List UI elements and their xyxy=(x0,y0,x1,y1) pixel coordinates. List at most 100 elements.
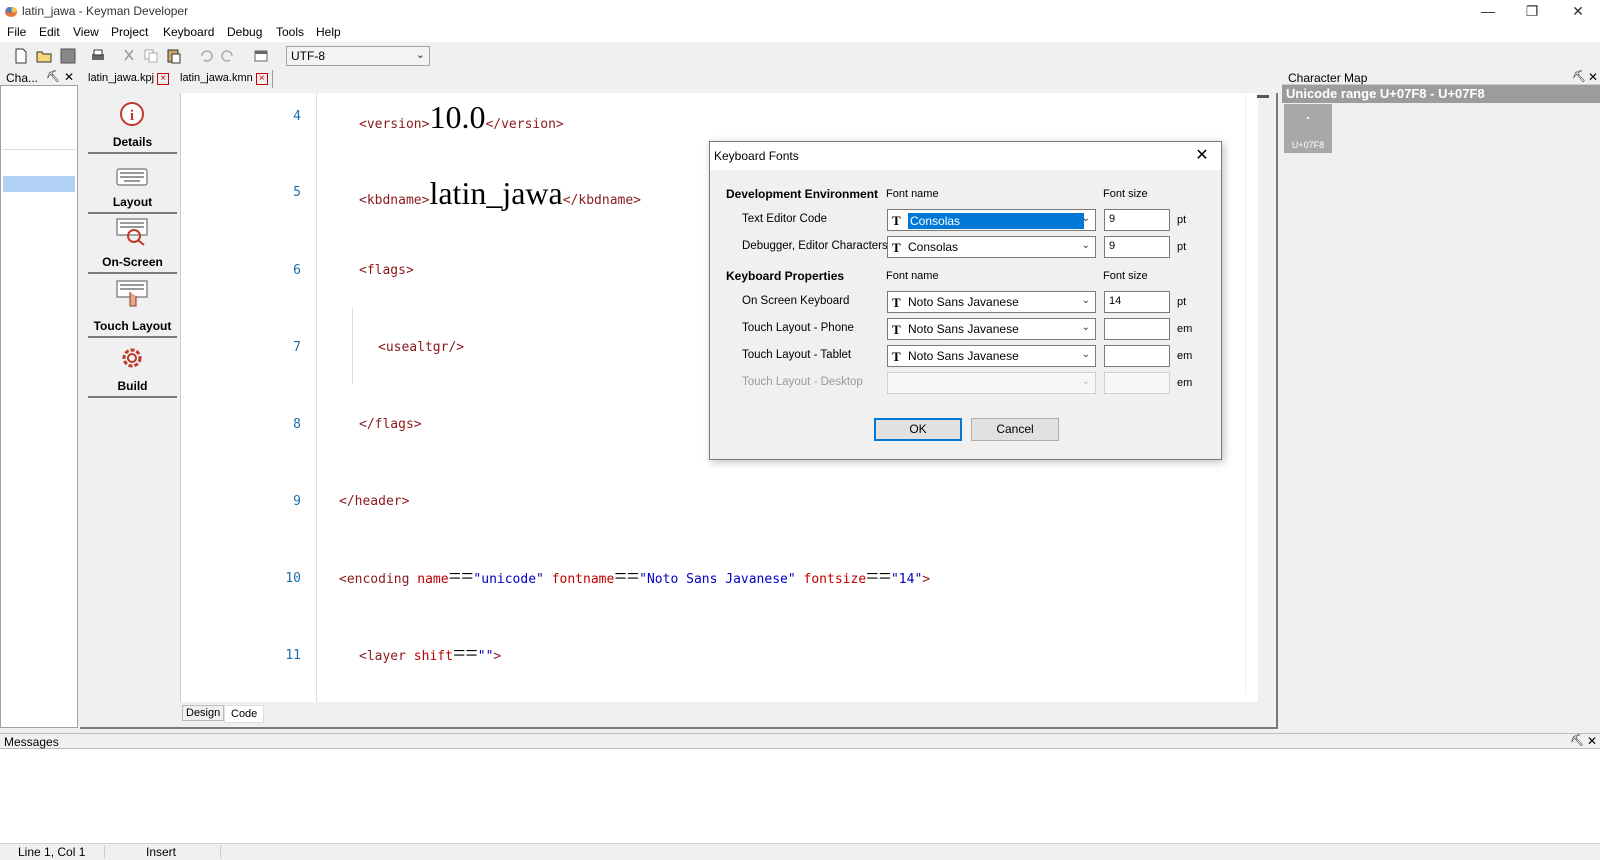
encoding-select[interactable]: UTF-8 ⌄ xyxy=(286,46,430,66)
cut-icon[interactable] xyxy=(121,48,137,64)
close-panel-icon[interactable]: ✕ xyxy=(64,70,74,84)
copy-icon[interactable] xyxy=(143,48,159,64)
close-window-button[interactable]: ✕ xyxy=(1556,0,1600,22)
menu-edit[interactable]: Edit xyxy=(39,25,60,39)
keyboard-icon xyxy=(116,168,148,186)
menu-help[interactable]: Help xyxy=(316,25,341,39)
code-token: </kbdname> xyxy=(562,193,642,208)
line-number: 8 xyxy=(293,417,301,432)
new-file-icon[interactable] xyxy=(13,48,29,64)
osk-font-value: Noto Sans Javanese xyxy=(908,295,1019,309)
pin-icon[interactable]: ⛏ xyxy=(1570,734,1584,747)
unit-label: pt xyxy=(1177,296,1187,308)
code-token: latin_jawa xyxy=(429,175,563,211)
selected-list-item[interactable] xyxy=(3,176,75,192)
debugger-size-input[interactable]: 9 xyxy=(1104,236,1170,258)
paste-icon[interactable] xyxy=(166,48,182,64)
nav-details[interactable]: i Details xyxy=(88,94,177,154)
print-icon[interactable] xyxy=(90,48,106,64)
nav-touch-layout[interactable]: Touch Layout xyxy=(88,278,177,338)
font-name-column: Font name xyxy=(886,188,939,200)
line-number: 11 xyxy=(285,648,301,663)
open-folder-icon[interactable] xyxy=(36,48,52,64)
osk-font-combo[interactable]: T Noto Sans Javanese ⌄ xyxy=(887,291,1096,313)
code-line: <layer shift==""> xyxy=(359,640,501,666)
code-line: <usealtgr/> xyxy=(378,340,465,355)
dialog-title-bar: Keyboard Fonts ✕ xyxy=(710,142,1221,170)
close-panel-icon[interactable]: ✕ xyxy=(1588,70,1598,84)
code-line: <kbdname>latin_jawa</kbdname> xyxy=(359,175,641,212)
nav-layout[interactable]: Layout xyxy=(88,154,177,214)
cursor-position: Line 1, Col 1 xyxy=(18,845,86,859)
tab-code[interactable]: Code xyxy=(224,705,265,723)
save-icon[interactable] xyxy=(60,48,76,64)
tab-project[interactable]: latin_jawa.kpj × xyxy=(84,70,174,88)
unit-label: pt xyxy=(1177,241,1187,253)
touch-phone-font-combo[interactable]: T Noto Sans Javanese ⌄ xyxy=(887,318,1096,340)
left-panel-title: Cha... xyxy=(6,71,39,85)
unit-label: em xyxy=(1177,323,1193,335)
character-cell[interactable]: · U+07F8 xyxy=(1284,104,1332,153)
nav-on-screen-label: On-Screen xyxy=(102,255,163,269)
nav-on-screen[interactable]: On-Screen xyxy=(88,214,177,274)
line-number: 5 xyxy=(293,185,301,200)
text-editor-size-input[interactable]: 9 xyxy=(1104,209,1170,231)
keyman-logo-icon xyxy=(5,7,17,17)
menu-bar: File Edit View Project Keyboard Debug To… xyxy=(0,22,1600,42)
menu-view[interactable]: View xyxy=(73,25,99,39)
close-icon[interactable]: ✕ xyxy=(1190,146,1214,166)
code-line: </header> xyxy=(339,494,410,509)
close-panel-icon[interactable]: ✕ xyxy=(1587,734,1597,748)
debugger-font-combo[interactable]: T Consolas ⌄ xyxy=(887,236,1096,258)
undo-icon[interactable] xyxy=(198,48,214,64)
nav-details-label: Details xyxy=(112,135,153,149)
minimize-button[interactable]: — xyxy=(1466,0,1510,22)
messages-panel xyxy=(0,749,1600,843)
character-map-header: Character Map ⛏ ✕ xyxy=(1282,70,1600,85)
window-icon[interactable] xyxy=(253,48,269,64)
nav-layout-label: Layout xyxy=(112,195,153,209)
pin-icon[interactable]: ⛏ xyxy=(1572,70,1586,83)
restore-button[interactable]: ❐ xyxy=(1510,0,1554,22)
kbd-props-heading: Keyboard Properties xyxy=(726,269,845,283)
nav-build[interactable]: Build xyxy=(88,338,177,398)
chevron-down-icon: ⌄ xyxy=(1081,376,1090,387)
cancel-button[interactable]: Cancel xyxy=(971,418,1059,441)
touch-tablet-font-combo[interactable]: T Noto Sans Javanese ⌄ xyxy=(887,345,1096,367)
menu-debug[interactable]: Debug xyxy=(227,25,262,39)
menu-file[interactable]: File xyxy=(7,25,26,39)
code-token: "14" xyxy=(890,572,923,587)
dialog-title: Keyboard Fonts xyxy=(714,149,799,163)
close-tab-icon[interactable]: × xyxy=(157,73,170,85)
tab-keyboard-source[interactable]: latin_jawa.kmn × xyxy=(176,70,273,88)
redo-icon[interactable] xyxy=(220,48,236,64)
code-token: > xyxy=(922,572,931,587)
code-line: <version>10.0</version> xyxy=(359,99,564,136)
touch-phone-label: Touch Layout - Phone xyxy=(742,322,854,334)
code-token: name xyxy=(417,572,449,587)
messages-title: Messages xyxy=(4,735,59,749)
menu-keyboard[interactable]: Keyboard xyxy=(163,25,214,39)
menu-tools[interactable]: Tools xyxy=(276,25,304,39)
character-preview xyxy=(2,87,76,150)
tab-design[interactable]: Design xyxy=(182,705,225,721)
messages-header: Messages ⛏ ✕ xyxy=(0,733,1600,749)
text-editor-font-combo[interactable]: T Consolas ⌄ xyxy=(887,209,1096,231)
code-token: <layer xyxy=(359,649,406,664)
toolbar xyxy=(0,42,1600,70)
character-panel xyxy=(0,85,78,728)
gutter-divider xyxy=(316,93,317,702)
chevron-down-icon: ⌄ xyxy=(1081,349,1090,360)
pin-icon[interactable]: ⛏ xyxy=(46,70,60,83)
editor-scrollbar[interactable] xyxy=(1245,93,1257,693)
on-screen-keyboard-icon xyxy=(116,218,148,246)
touch-tablet-size-input[interactable] xyxy=(1104,345,1170,367)
insert-mode: Insert xyxy=(146,845,177,859)
touch-phone-size-input[interactable] xyxy=(1104,318,1170,340)
close-tab-icon[interactable]: × xyxy=(255,73,268,85)
menu-project[interactable]: Project xyxy=(111,25,148,39)
code-line: <flags> xyxy=(359,263,414,278)
osk-size-input[interactable]: 14 xyxy=(1104,291,1170,313)
ok-button[interactable]: OK xyxy=(874,418,962,441)
chevron-down-icon: ⌄ xyxy=(1081,322,1090,333)
